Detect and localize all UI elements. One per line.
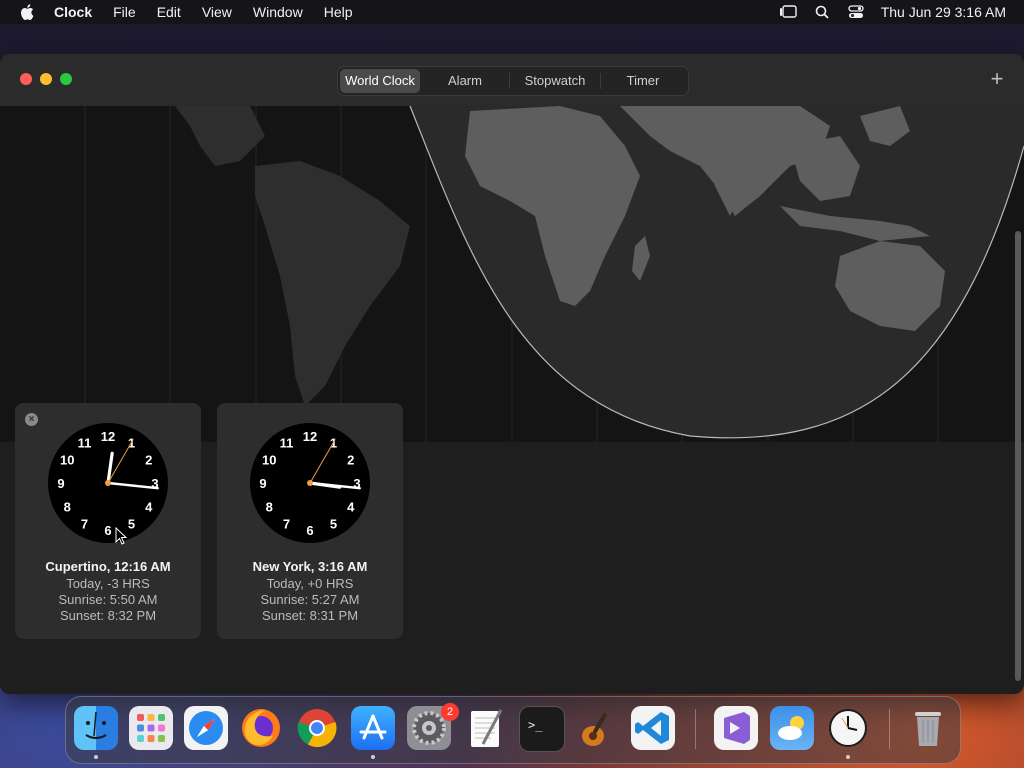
clock-hour-numeral: 4	[145, 500, 153, 515]
tab-stopwatch[interactable]: Stopwatch	[510, 69, 600, 93]
time-offset-label: Today, +0 HRS	[266, 576, 354, 591]
terminal-icon[interactable]: >_	[519, 706, 565, 752]
garageband-icon[interactable]	[575, 706, 619, 750]
menu-window[interactable]: Window	[253, 4, 303, 20]
notification-badge: 2	[441, 703, 459, 721]
weather-icon[interactable]	[770, 706, 814, 750]
apple-icon[interactable]	[20, 4, 34, 20]
clock-hour-numeral: 11	[280, 435, 294, 450]
time-offset-label: Today, -3 HRS	[66, 576, 150, 591]
sunset-label: Sunset: 8:32 PM	[59, 608, 157, 623]
stage-manager-icon[interactable]	[779, 4, 797, 20]
clock-hour-numeral: 9	[57, 476, 64, 491]
clock-hour-numeral: 8	[266, 500, 273, 515]
clock-hour-numeral: 12	[101, 429, 115, 444]
tab-world-clock[interactable]: World Clock	[340, 69, 420, 93]
scrollbar[interactable]	[1015, 231, 1021, 681]
zoom-window-button[interactable]	[60, 73, 72, 85]
spotlight-search-icon[interactable]	[813, 4, 831, 20]
menu-app-name[interactable]: Clock	[54, 4, 92, 20]
clock-hour-numeral: 11	[78, 435, 92, 450]
mouse-pointer-icon	[115, 527, 127, 545]
clock-hour-numeral: 12	[303, 429, 317, 444]
clock-hour-numeral: 6	[306, 523, 313, 538]
sunrise-label: Sunrise: 5:50 AM	[58, 592, 158, 607]
analog-clock-face: 121234567891011	[250, 423, 370, 543]
dock: 2 >_	[65, 696, 961, 764]
clock-hour-numeral: 2	[145, 453, 152, 468]
safari-icon[interactable]	[184, 706, 228, 750]
segmented-tab-control: World Clock Alarm Stopwatch Timer	[337, 66, 689, 96]
control-center-icon[interactable]	[847, 4, 865, 20]
textedit-icon[interactable]	[463, 706, 507, 750]
clock-center-pin	[105, 480, 111, 486]
close-window-button[interactable]	[20, 73, 32, 85]
tab-alarm[interactable]: Alarm	[421, 69, 509, 93]
clock-hour-numeral: 7	[81, 517, 88, 532]
visual-studio-icon[interactable]	[714, 706, 758, 750]
remove-city-button[interactable]: ×	[25, 413, 38, 426]
sunset-label: Sunset: 8:31 PM	[261, 608, 359, 623]
clock-hour-numeral: 6	[104, 523, 111, 538]
clock-icon[interactable]	[826, 706, 870, 750]
trash-icon[interactable]	[906, 706, 950, 750]
clock-hour-numeral: 8	[64, 500, 71, 515]
analog-clock-face: 121234567891011	[48, 423, 168, 543]
menu-edit[interactable]: Edit	[157, 4, 181, 20]
chrome-icon[interactable]	[295, 706, 339, 750]
launchpad-icon[interactable]	[129, 706, 173, 750]
sunrise-label: Sunrise: 5:27 AM	[260, 592, 360, 607]
clock-hour-numeral: 7	[283, 517, 290, 532]
vscode-icon[interactable]	[631, 706, 675, 750]
clock-hour-numeral: 5	[128, 517, 135, 532]
clock-hour-numeral: 10	[262, 453, 276, 468]
clock-hour-numeral: 9	[259, 476, 266, 491]
menu-bar-clock[interactable]: Thu Jun 29 3:16 AM	[881, 4, 1006, 20]
city-time-label: New York, 3:16 AM	[252, 559, 368, 574]
finder-icon[interactable]	[74, 706, 118, 750]
firefox-icon[interactable]	[239, 706, 283, 750]
menu-file[interactable]: File	[113, 4, 136, 20]
window-toolbar: World Clock Alarm Stopwatch Timer +	[0, 54, 1024, 107]
menu-view[interactable]: View	[202, 4, 232, 20]
clock-hour-numeral: 10	[60, 453, 74, 468]
clock-hour-numeral: 2	[347, 453, 354, 468]
clock-center-pin	[307, 480, 313, 486]
svg-text:>_: >_	[528, 718, 543, 732]
menu-help[interactable]: Help	[324, 4, 353, 20]
app-store-icon[interactable]	[351, 706, 395, 750]
menu-bar: Clock File Edit View Window Help Thu Jun…	[0, 0, 1024, 24]
clock-hour-numeral: 4	[347, 500, 355, 515]
world-clock-card-new-york[interactable]: 121234567891011 New York, 3:16 AM Today,…	[217, 403, 403, 639]
clock-hour-numeral: 5	[330, 517, 337, 532]
city-time-label: Cupertino, 12:16 AM	[45, 559, 171, 574]
minimize-window-button[interactable]	[40, 73, 52, 85]
tab-timer[interactable]: Timer	[601, 69, 685, 93]
world-clock-card-cupertino[interactable]: × 121234567891011 Cupertino, 12:16 AM To…	[15, 403, 201, 639]
add-city-button[interactable]: +	[988, 68, 1006, 90]
